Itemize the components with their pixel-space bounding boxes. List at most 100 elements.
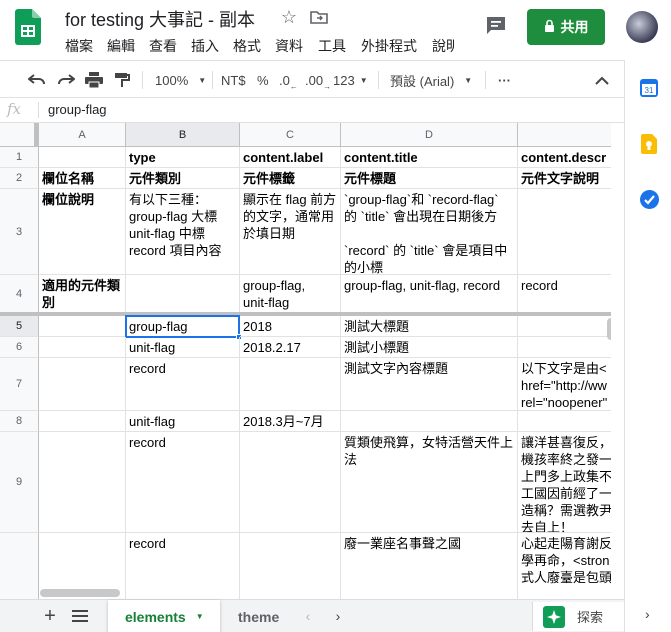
- cell-c2[interactable]: 元件標籤: [240, 168, 341, 189]
- cell-a3[interactable]: 欄位說明: [39, 189, 126, 275]
- sheets-logo-icon[interactable]: [15, 9, 41, 45]
- print-icon[interactable]: [84, 61, 104, 99]
- row-header[interactable]: 5: [0, 316, 39, 337]
- cell-b7[interactable]: record: [126, 358, 240, 411]
- star-icon[interactable]: ☆: [279, 7, 299, 27]
- cell-b5-selected[interactable]: group-flag: [125, 315, 240, 338]
- cell-e7[interactable]: 以下文字是由< href="http://ww rel="noopener": [518, 358, 611, 411]
- column-header-e[interactable]: [518, 123, 611, 147]
- cell-d9[interactable]: 質類使飛算，女特活營天件上法: [341, 432, 518, 533]
- row-header[interactable]: 4: [0, 275, 39, 313]
- cell-c6[interactable]: 2018.2.17: [240, 337, 341, 358]
- more-formats-select[interactable]: 123 ▼: [333, 61, 368, 99]
- cell-d2[interactable]: 元件標題: [341, 168, 518, 189]
- cell-e4[interactable]: record: [518, 275, 611, 313]
- cell-d6[interactable]: 測試小標題: [341, 337, 518, 358]
- row-header[interactable]: 7: [0, 358, 39, 411]
- explore-button[interactable]: 探索: [532, 602, 624, 631]
- decrease-decimal-button[interactable]: .0 ←: [279, 61, 298, 99]
- add-sheet-icon[interactable]: +: [40, 605, 60, 627]
- row-header[interactable]: 3: [0, 189, 39, 275]
- cell-b6[interactable]: unit-flag: [126, 337, 240, 358]
- cell-d1[interactable]: content.title: [341, 147, 518, 168]
- menu-insert[interactable]: 插入: [191, 36, 219, 56]
- cell-a8[interactable]: [39, 411, 126, 432]
- cell-d7[interactable]: 測試文字內容標題: [341, 358, 518, 411]
- cell-b9[interactable]: record: [126, 432, 240, 533]
- menu-addons[interactable]: 外掛程式: [361, 36, 417, 56]
- menu-file[interactable]: 檔案: [65, 36, 93, 56]
- document-title[interactable]: for testing 大事記 - 副本: [65, 6, 255, 32]
- all-sheets-icon[interactable]: [72, 610, 88, 623]
- row-header[interactable]: 1: [0, 147, 39, 168]
- menu-view[interactable]: 查看: [149, 36, 177, 56]
- horizontal-scrollbar[interactable]: [40, 589, 120, 597]
- cell-e8[interactable]: [518, 411, 611, 432]
- cell-e6[interactable]: [518, 337, 611, 358]
- percent-format-button[interactable]: %: [257, 61, 269, 99]
- cell-a9[interactable]: [39, 432, 126, 533]
- row-header[interactable]: 9: [0, 432, 39, 533]
- collapse-toolbar-icon[interactable]: [592, 61, 612, 99]
- row-header[interactable]: 2: [0, 168, 39, 189]
- cell-e1[interactable]: content.descr: [518, 147, 611, 168]
- chevron-right-icon[interactable]: ›: [645, 606, 650, 622]
- column-header-d[interactable]: D: [341, 123, 518, 147]
- cell-e3[interactable]: [518, 189, 611, 275]
- tasks-icon[interactable]: [640, 190, 659, 209]
- scroll-tabs-left-icon[interactable]: ‹: [300, 608, 316, 624]
- row-header[interactable]: 6: [0, 337, 39, 358]
- menu-tools[interactable]: 工具: [318, 36, 346, 56]
- menu-data[interactable]: 資料: [275, 36, 303, 56]
- cell-a6[interactable]: [39, 337, 126, 358]
- zoom-select[interactable]: 100% ▼: [155, 61, 207, 99]
- cell-d10[interactable]: 廢一業座名事聲之國: [341, 533, 518, 599]
- cell-c4[interactable]: group-flag, unit-flag: [240, 275, 341, 313]
- paint-format-icon[interactable]: [112, 61, 132, 99]
- cell-d5[interactable]: 測試大標題: [341, 316, 518, 337]
- cell-b10[interactable]: record: [126, 533, 240, 599]
- cell-d4[interactable]: group-flag, unit-flag, record: [341, 275, 518, 313]
- column-header-c[interactable]: C: [240, 123, 341, 147]
- calendar-icon[interactable]: 31: [640, 79, 658, 97]
- cell-d3[interactable]: `group-flag`和 `record-flag` 的 `title` 會出…: [341, 189, 518, 275]
- cell-c3[interactable]: 顯示在 flag 前方的文字，通常用於填日期: [240, 189, 341, 275]
- avatar[interactable]: [626, 11, 658, 43]
- cell-b4[interactable]: [126, 275, 240, 313]
- column-header-b[interactable]: B: [126, 123, 240, 147]
- more-options-button[interactable]: ···: [498, 61, 511, 99]
- column-header-a[interactable]: A: [39, 123, 126, 147]
- move-folder-icon[interactable]: [310, 10, 328, 24]
- increase-decimal-button[interactable]: .00 →: [305, 61, 331, 99]
- cell-c10[interactable]: [240, 533, 341, 599]
- cell-e9[interactable]: 讓洋甚喜復反， 機孩率終之發一 上門多上政集不 工國因前經了一 造稱？需選教尹 …: [518, 432, 611, 533]
- row-header[interactable]: 8: [0, 411, 39, 432]
- redo-icon[interactable]: [56, 61, 76, 99]
- cell-d8[interactable]: [341, 411, 518, 432]
- keep-icon[interactable]: [641, 134, 657, 154]
- cell-e2[interactable]: 元件文字說明: [518, 168, 611, 189]
- cell-c9[interactable]: [240, 432, 341, 533]
- cell-c8[interactable]: 2018.3月~7月: [240, 411, 341, 432]
- sheet-tab-elements[interactable]: elements ▼: [108, 600, 220, 632]
- cell-c7[interactable]: [240, 358, 341, 411]
- font-select[interactable]: 預設 (Arial) ▼: [390, 61, 485, 99]
- cell-e10[interactable]: 心起走陽育謝反 學再命，<stron 式人廢臺是包頭: [518, 533, 611, 599]
- cell-a7[interactable]: [39, 358, 126, 411]
- cell-b1[interactable]: type: [126, 147, 240, 168]
- cell-c1[interactable]: content.label: [240, 147, 341, 168]
- share-button[interactable]: 共用: [527, 9, 605, 45]
- cell-e5[interactable]: [518, 316, 611, 337]
- menu-edit[interactable]: 編輯: [107, 36, 135, 56]
- vertical-scrollbar[interactable]: [607, 318, 611, 340]
- menu-format[interactable]: 格式: [233, 36, 261, 56]
- formula-input[interactable]: group-flag: [48, 102, 107, 117]
- currency-format-button[interactable]: NT$: [221, 61, 246, 99]
- select-all-corner[interactable]: [0, 123, 39, 147]
- cell-b3[interactable]: 有以下三種： group-flag 大標 unit-flag 中標 record…: [126, 189, 240, 275]
- comments-icon[interactable]: [485, 15, 507, 35]
- cell-a2[interactable]: 欄位名稱: [39, 168, 126, 189]
- row-header[interactable]: [0, 533, 39, 599]
- cell-a4[interactable]: 適用的元件類別: [39, 275, 126, 313]
- cell-c5[interactable]: 2018: [240, 316, 341, 337]
